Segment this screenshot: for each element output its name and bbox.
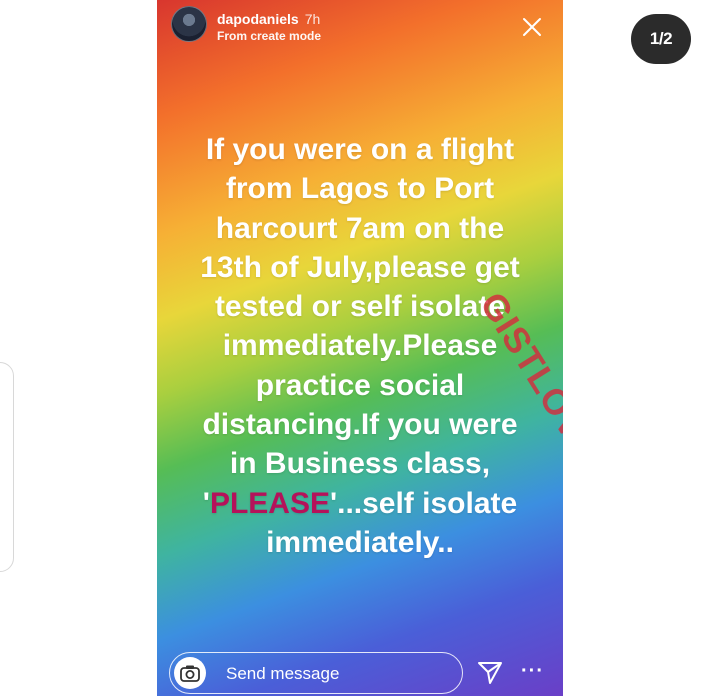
story-subtitle: From create mode bbox=[217, 29, 322, 43]
story-text-line: immediately.. bbox=[266, 525, 454, 559]
send-message-input[interactable]: Send message bbox=[169, 652, 463, 694]
close-button[interactable] bbox=[521, 16, 543, 38]
please-prefix: ' bbox=[202, 486, 210, 520]
story-text-line: in Business class, bbox=[229, 447, 491, 481]
story-username[interactable]: dapodaniels 7h bbox=[217, 11, 320, 27]
more-icon[interactable]: ··· bbox=[521, 660, 543, 682]
story-text-line: 13th of July,please get bbox=[200, 250, 520, 284]
send-button[interactable] bbox=[477, 660, 503, 686]
story-text-line: distancing.If you were bbox=[202, 408, 518, 442]
pagination-badge: 1/2 bbox=[631, 14, 691, 64]
paper-plane-icon bbox=[478, 662, 502, 684]
please-suffix: '...self isolate bbox=[329, 486, 518, 520]
story-text-line: from Lagos to Port bbox=[225, 172, 495, 206]
send-message-placeholder: Send message bbox=[226, 664, 340, 683]
please-highlight: PLEASE bbox=[209, 486, 330, 520]
story-viewer[interactable]: dapodaniels 7h From create mode If you we… bbox=[157, 0, 563, 696]
avatar[interactable] bbox=[171, 6, 207, 42]
adjacent-card-edge bbox=[0, 362, 14, 572]
story-text-line: practice social bbox=[255, 368, 465, 402]
story-header: dapodaniels 7h From create mode bbox=[171, 6, 553, 43]
username-text[interactable]: dapodaniels bbox=[217, 11, 299, 27]
camera-icon bbox=[180, 665, 200, 682]
story-text-line: harcourt 7am on the bbox=[215, 211, 505, 245]
camera-button[interactable] bbox=[174, 657, 206, 689]
close-icon bbox=[523, 18, 541, 36]
story-text-line: If you were on a flight bbox=[205, 133, 515, 166]
story-time: 7h bbox=[304, 11, 321, 27]
story-footer: Send message ··· bbox=[157, 648, 563, 696]
story-text-line-please: 'PLEASE'...self isolate bbox=[157, 484, 563, 523]
